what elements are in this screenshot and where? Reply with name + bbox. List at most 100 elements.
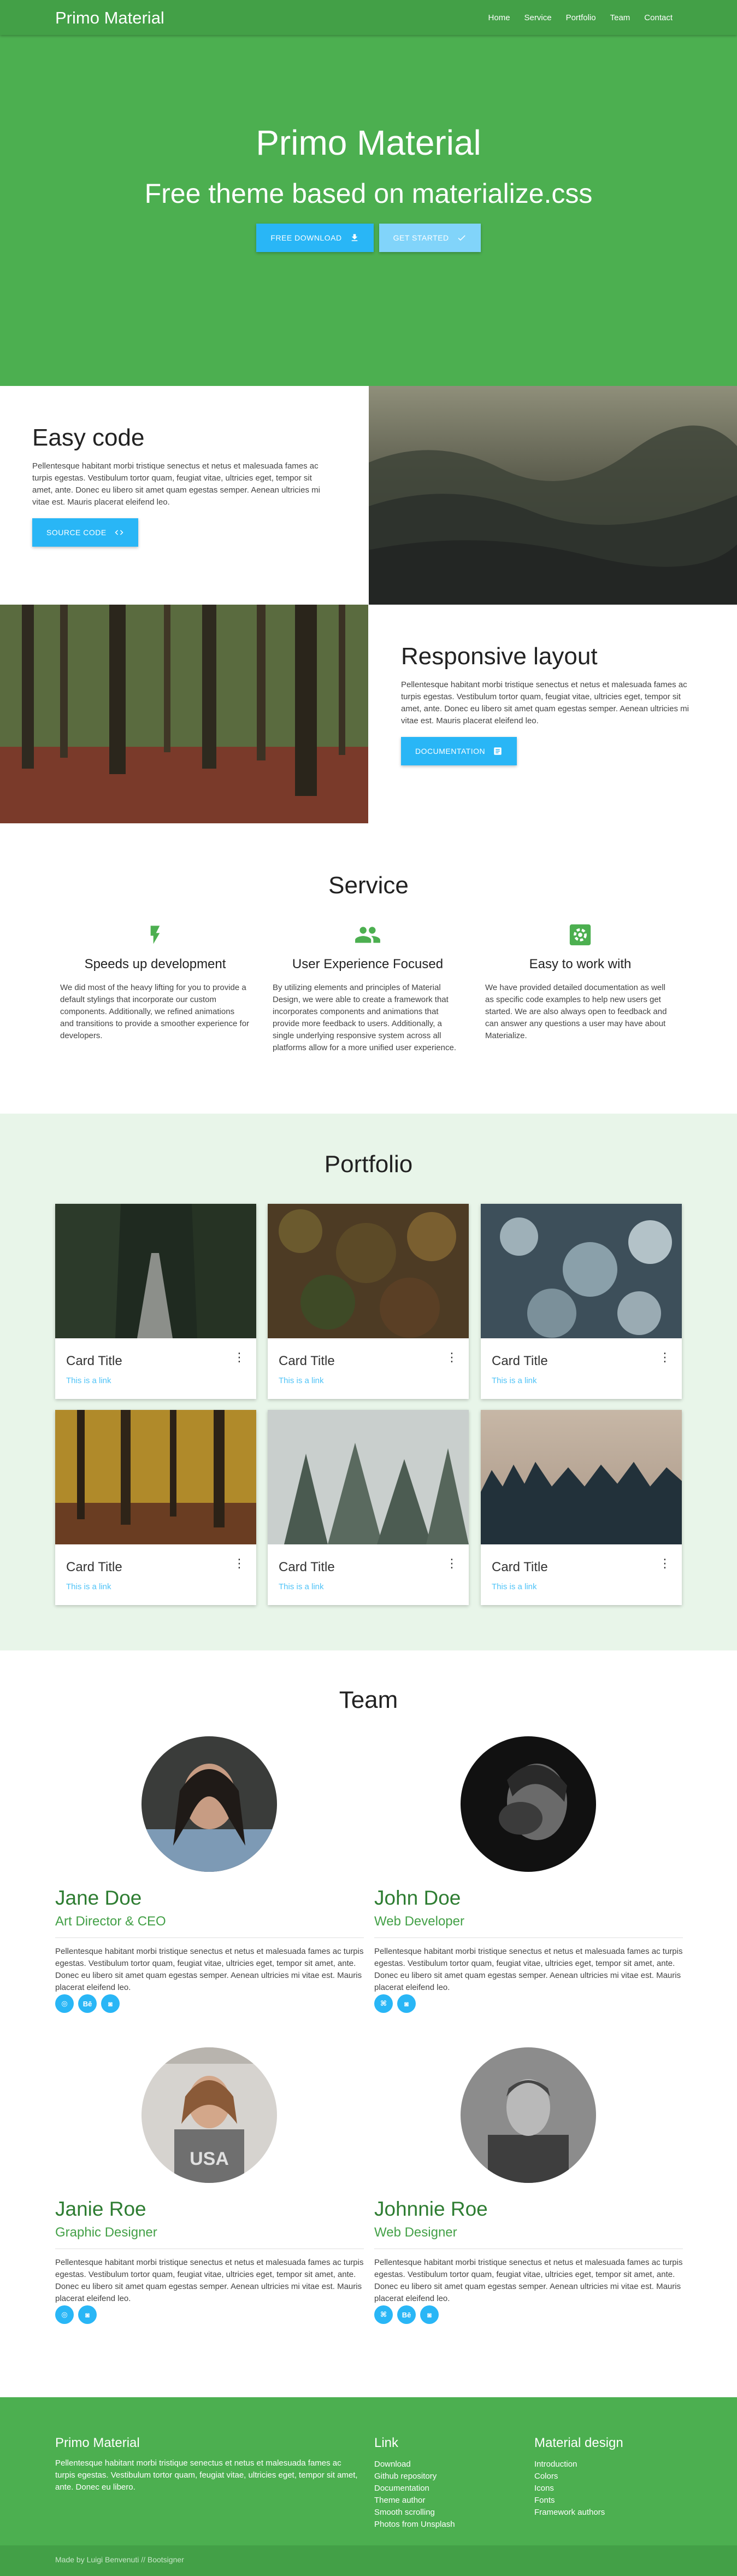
- service-item-text: We have provided detailed documentation …: [485, 983, 667, 1040]
- more-vert-icon[interactable]: ⋮: [233, 1556, 245, 1571]
- more-vert-icon[interactable]: ⋮: [233, 1350, 245, 1365]
- hero-buttons: Free Download Get Started: [0, 224, 737, 252]
- social-links: ⌘ ◙: [374, 1994, 416, 2013]
- github-icon[interactable]: ⌘: [374, 1994, 393, 2013]
- nav-link-home[interactable]: Home: [488, 13, 510, 22]
- avatar: [461, 2047, 596, 2183]
- card-title: Card Title: [66, 1354, 122, 1368]
- nav-links: Home Service Portfolio Team Contact: [488, 0, 673, 35]
- feature-text: Pellentesque habitant morbi tristique se…: [401, 680, 689, 725]
- nav-link-team[interactable]: Team: [610, 13, 630, 22]
- card-title: Card Title: [66, 1560, 122, 1574]
- service-item-text: By utilizing elements and principles of …: [273, 983, 456, 1052]
- card-image-treetops: [268, 1204, 469, 1338]
- footer-md-title: Material design: [534, 2436, 623, 2450]
- footer-link-introduction[interactable]: Introduction: [534, 2458, 676, 2470]
- more-vert-icon[interactable]: ⋮: [446, 1350, 458, 1365]
- card-link[interactable]: This is a link: [279, 1582, 324, 1591]
- card-link[interactable]: This is a link: [492, 1376, 537, 1385]
- card-title: Card Title: [492, 1354, 548, 1368]
- footer-credit[interactable]: Made by Luigi Benvenuti // Bootsigner: [55, 2555, 184, 2564]
- card-link[interactable]: This is a link: [492, 1582, 537, 1591]
- member-role: Graphic Designer: [55, 2225, 157, 2240]
- card-image-dusk-treeline: [481, 1410, 682, 1544]
- card-title: Card Title: [492, 1560, 548, 1574]
- more-vert-icon[interactable]: ⋮: [659, 1556, 671, 1571]
- footer-link-fonts[interactable]: Fonts: [534, 2495, 676, 2507]
- source-code-button[interactable]: Source Code: [32, 518, 138, 547]
- card-link[interactable]: This is a link: [66, 1582, 111, 1591]
- member-role: Art Director & CEO: [55, 1914, 166, 1929]
- service-item-title: Easy to work with: [529, 957, 632, 971]
- portfolio-card[interactable]: Card Title ⋮ This is a link: [55, 1204, 256, 1399]
- card-link[interactable]: This is a link: [279, 1376, 324, 1385]
- hero-section: Primo Material Free theme based on mater…: [0, 35, 737, 386]
- nav-link-service[interactable]: Service: [524, 13, 552, 22]
- card-image-frosted-trees: [268, 1410, 469, 1544]
- top-navbar: Primo Material Home Service Portfolio Te…: [0, 0, 737, 35]
- team-member: USA Janie Roe Graphic Designer Pellentes…: [55, 2047, 364, 2332]
- portfolio-title: Portfolio: [324, 1151, 413, 1178]
- member-bio: Pellentesque habitant morbi tristique se…: [55, 2258, 364, 2303]
- instagram-icon[interactable]: ◙: [101, 1994, 120, 2013]
- portfolio-card[interactable]: Card Title ⋮ This is a link: [481, 1204, 682, 1399]
- team-member: Johnnie Roe Web Designer Pellentesque ha…: [374, 2047, 683, 2332]
- footer-link-photos[interactable]: Photos from Unsplash: [374, 2519, 516, 2531]
- card-image-autumn-woods: [55, 1410, 256, 1544]
- footer-links: Link Download Github repository Document…: [374, 2436, 516, 2531]
- avatar: USA: [141, 2047, 277, 2183]
- footer-link-theme-author[interactable]: Theme author: [374, 2495, 516, 2507]
- card-link[interactable]: This is a link: [66, 1376, 111, 1385]
- service-title: Service: [328, 872, 409, 899]
- instagram-icon[interactable]: ◙: [420, 2305, 439, 2324]
- feature-title: Responsive layout: [401, 643, 598, 670]
- dribbble-icon[interactable]: ◎: [55, 1994, 74, 2013]
- document-icon: [494, 747, 502, 755]
- feature-title: Easy code: [32, 424, 145, 451]
- footer-link-icons[interactable]: Icons: [534, 2483, 676, 2495]
- page-footer: Primo Material Pellentesque habitant mor…: [0, 2397, 737, 2576]
- service-item-title: User Experience Focused: [292, 957, 444, 971]
- group-icon: [355, 927, 380, 943]
- footer-links-title: Link: [374, 2436, 399, 2450]
- behance-icon[interactable]: Bē: [78, 1994, 97, 2013]
- footer-about: Primo Material Pellentesque habitant mor…: [55, 2436, 361, 2493]
- free-download-button[interactable]: Free Download: [256, 224, 374, 252]
- footer-link-smooth-scrolling[interactable]: Smooth scrolling: [374, 2507, 516, 2519]
- brand-logo[interactable]: Primo Material: [55, 8, 164, 28]
- portfolio-card[interactable]: Card Title ⋮ This is a link: [268, 1410, 469, 1605]
- download-icon: [351, 234, 357, 241]
- nav-link-contact[interactable]: Contact: [644, 13, 673, 22]
- foggy-forest-image: [369, 386, 737, 605]
- nav-link-portfolio[interactable]: Portfolio: [566, 13, 596, 22]
- footer-link-colors[interactable]: Colors: [534, 2470, 676, 2483]
- more-vert-icon[interactable]: ⋮: [659, 1350, 671, 1365]
- footer-link-github[interactable]: Github repository: [374, 2470, 516, 2483]
- member-bio: Pellentesque habitant morbi tristique se…: [374, 1947, 683, 1992]
- portfolio-card[interactable]: Card Title ⋮ This is a link: [481, 1410, 682, 1605]
- dribbble-icon[interactable]: ◎: [55, 2305, 74, 2324]
- portfolio-card[interactable]: Card Title ⋮ This is a link: [268, 1204, 469, 1399]
- footer-link-download[interactable]: Download: [374, 2458, 516, 2470]
- portfolio-card[interactable]: Card Title ⋮ This is a link: [55, 1410, 256, 1605]
- github-icon[interactable]: ⌘: [374, 2305, 393, 2324]
- get-started-label: Get Started: [393, 233, 449, 242]
- documentation-button[interactable]: Documentation: [401, 737, 517, 765]
- instagram-icon[interactable]: ◙: [397, 1994, 416, 2013]
- footer-link-documentation[interactable]: Documentation: [374, 2483, 516, 2495]
- code-icon: [115, 530, 123, 535]
- divider: [374, 1937, 683, 1938]
- footer-link-framework-authors[interactable]: Framework authors: [534, 2507, 676, 2519]
- autumn-forest-image: [0, 605, 368, 823]
- more-vert-icon[interactable]: ⋮: [446, 1556, 458, 1571]
- member-role: Web Designer: [374, 2225, 457, 2240]
- flash-icon: [150, 926, 160, 944]
- instagram-icon[interactable]: ◙: [78, 2305, 97, 2324]
- member-name: Jane Doe: [55, 1887, 142, 1909]
- source-code-label: Source Code: [46, 528, 107, 537]
- social-links: ⌘ Bē ◙: [374, 2305, 439, 2324]
- member-name: John Doe: [374, 1887, 461, 1909]
- footer-text: Pellentesque habitant morbi tristique se…: [55, 2458, 358, 2492]
- behance-icon[interactable]: Bē: [397, 2305, 416, 2324]
- get-started-button[interactable]: Get Started: [379, 224, 481, 252]
